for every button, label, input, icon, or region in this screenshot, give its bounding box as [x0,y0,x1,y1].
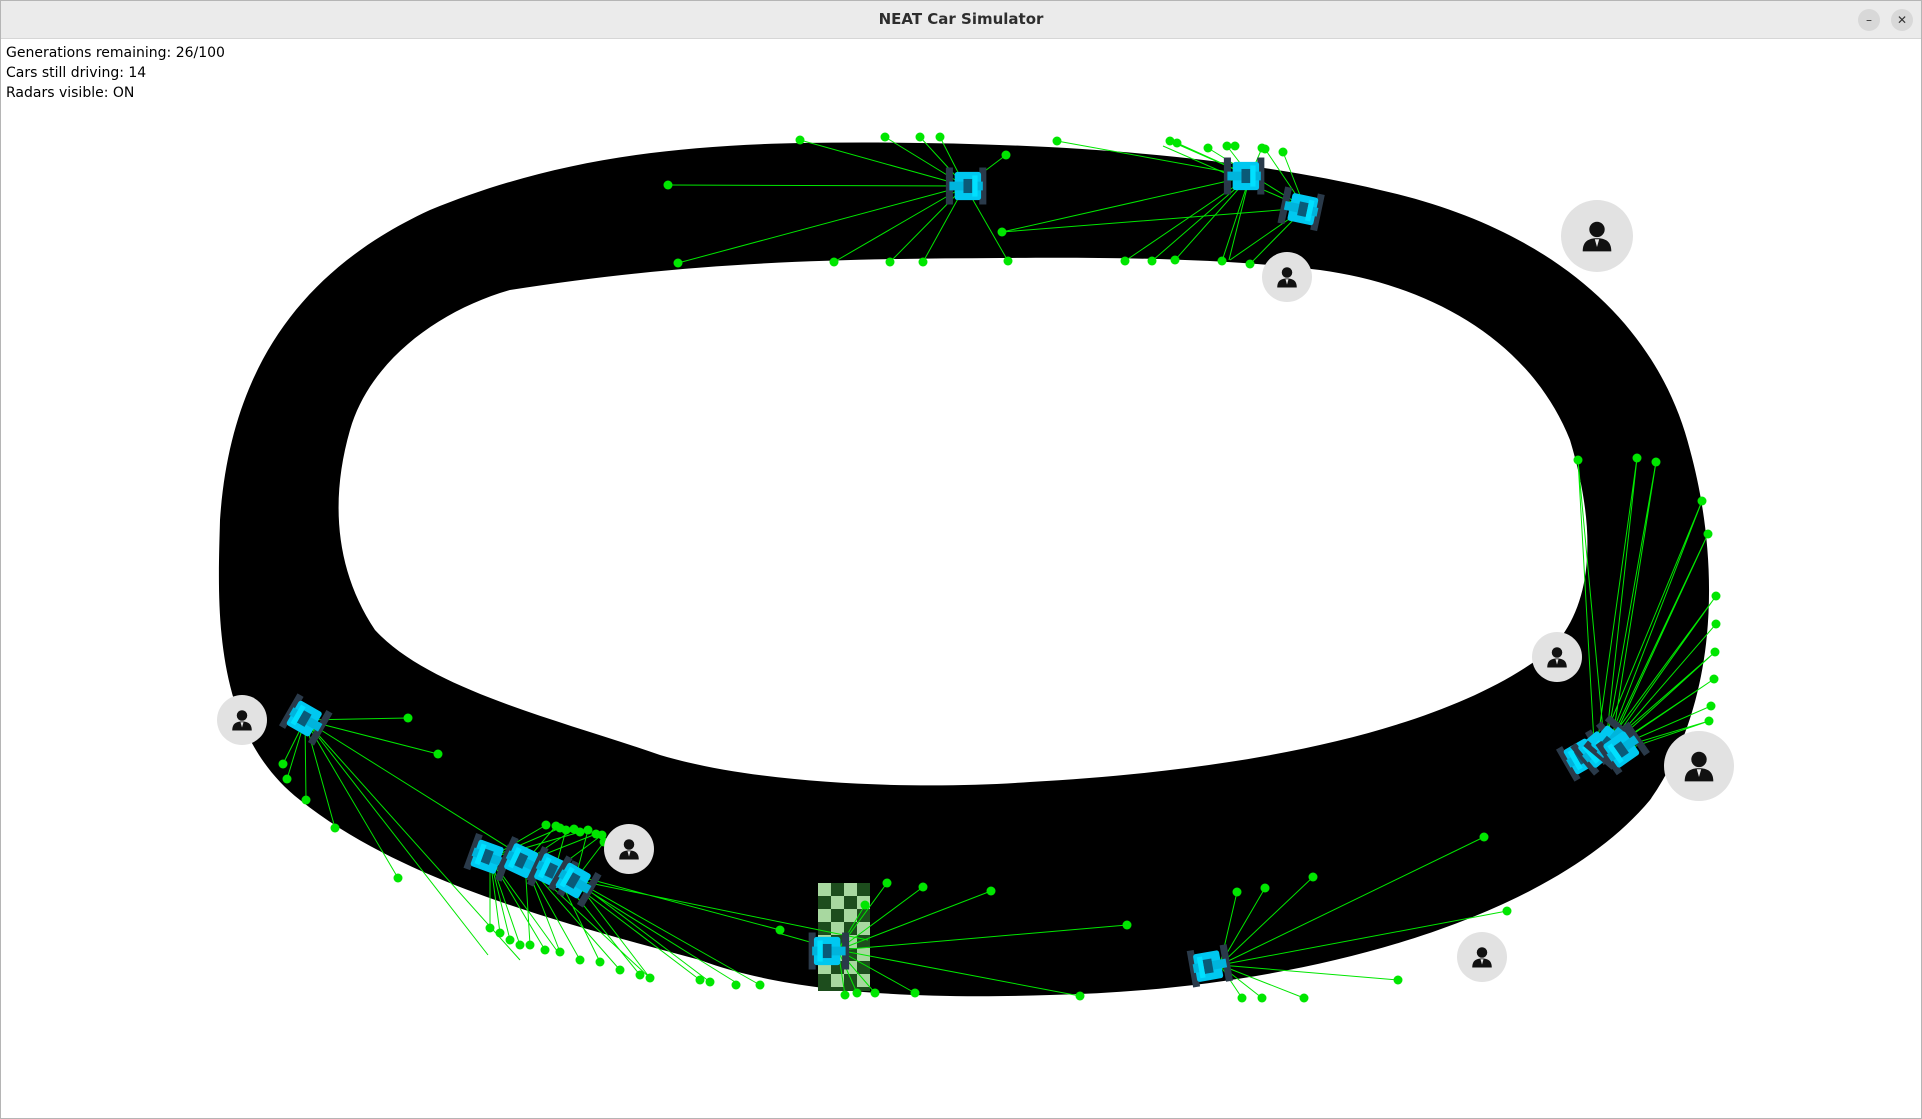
spectator-4 [1664,731,1734,801]
spectator-3 [1532,632,1582,682]
minimize-icon: – [1866,13,1872,27]
cars-still-driving: Cars still driving: 14 [6,65,147,81]
spectator-6 [604,824,654,874]
title-bar[interactable]: NEAT Car Simulator – ✕ [1,1,1921,39]
radars-visible: Radars visible: ON [6,85,135,101]
spectator-1 [1561,200,1633,272]
minimize-button[interactable]: – [1858,9,1880,31]
close-button[interactable]: ✕ [1891,9,1913,31]
spectator-7 [1457,932,1507,982]
close-icon: ✕ [1896,13,1908,27]
generations-remaining: Generations remaining: 26/100 [6,45,225,61]
simulation-canvas [217,132,1734,1003]
window-title: NEAT Car Simulator [878,10,1044,28]
hud-overlay: Generations remaining: 26/100 Cars still… [6,43,225,103]
spectator-2 [1262,252,1312,302]
car-icon [808,932,850,970]
race-track [218,142,1710,997]
spectator-5 [217,695,267,745]
car-icon [1223,157,1265,195]
car-icon [945,167,987,205]
